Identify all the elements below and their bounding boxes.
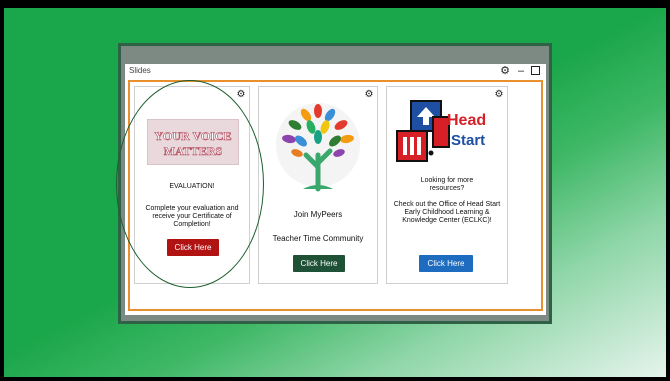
window-title: Slides: [129, 66, 151, 75]
highlight-ellipse: [116, 80, 264, 288]
looking-for-resources-text: Looking for more resources?: [420, 177, 474, 192]
gear-icon[interactable]: ⚙: [364, 90, 374, 100]
mypeers-click-here-button[interactable]: Click Here: [293, 255, 345, 272]
gear-icon[interactable]: ⚙: [236, 90, 246, 100]
join-mypeers-text: Join MyPeers: [293, 210, 343, 219]
maximize-icon[interactable]: [529, 65, 541, 77]
head-start-wordmark: Head Start: [447, 112, 486, 149]
start-word: Start: [451, 132, 485, 149]
teacher-time-community-text: Teacher Time Community: [272, 234, 364, 243]
headstart-click-here-button[interactable]: Click Here: [419, 255, 473, 272]
mypeers-card: ⚙ Join MyPeers Teacher Time Community Cl…: [258, 86, 378, 284]
eclkc-description-text: Check out the Office of Head Start Early…: [393, 201, 501, 224]
minimize-icon[interactable]: –: [515, 65, 527, 77]
window-titlebar: Slides ⚙ –: [125, 64, 546, 80]
headstart-card: ⚙ Head Start Looking for more resources?…: [386, 86, 508, 284]
mypeers-tree-logo: [276, 103, 360, 192]
gear-icon[interactable]: ⚙: [499, 65, 511, 77]
head-word: Head: [447, 112, 486, 129]
gear-icon[interactable]: ⚙: [494, 90, 504, 100]
